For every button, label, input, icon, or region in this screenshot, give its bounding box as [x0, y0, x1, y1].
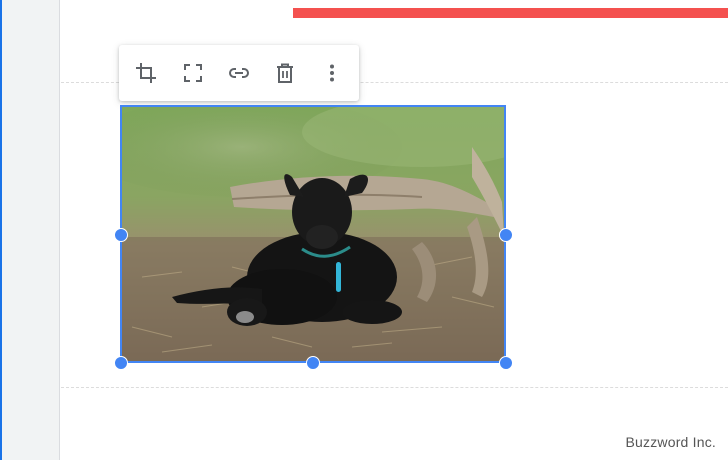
delete-button[interactable]	[263, 51, 307, 95]
selected-image[interactable]	[120, 105, 506, 363]
watermark-text: Buzzword Inc.	[625, 434, 716, 450]
link-button[interactable]	[217, 51, 261, 95]
red-banner-bar	[293, 8, 728, 18]
resize-handle-middle-left[interactable]	[114, 228, 128, 242]
delete-icon	[277, 63, 294, 83]
black-lamb-photo	[122, 107, 504, 361]
resize-handle-bottom-right[interactable]	[499, 356, 513, 370]
fullscreen-button[interactable]	[171, 51, 215, 95]
fullscreen-icon	[183, 64, 202, 82]
resize-handle-middle-right[interactable]	[499, 228, 513, 242]
crop-button[interactable]	[124, 51, 168, 95]
more-options-button[interactable]	[310, 51, 354, 95]
more-vert-icon	[329, 64, 334, 82]
resize-handle-bottom-middle[interactable]	[306, 356, 320, 370]
editor-canvas: Buzzword Inc.	[0, 0, 728, 460]
link-icon	[228, 68, 249, 78]
resize-handle-bottom-left[interactable]	[114, 356, 128, 370]
crop-icon	[136, 63, 157, 83]
left-sidebar	[0, 0, 60, 460]
section-guide-bottom	[61, 387, 728, 388]
image-toolbar	[119, 45, 359, 101]
